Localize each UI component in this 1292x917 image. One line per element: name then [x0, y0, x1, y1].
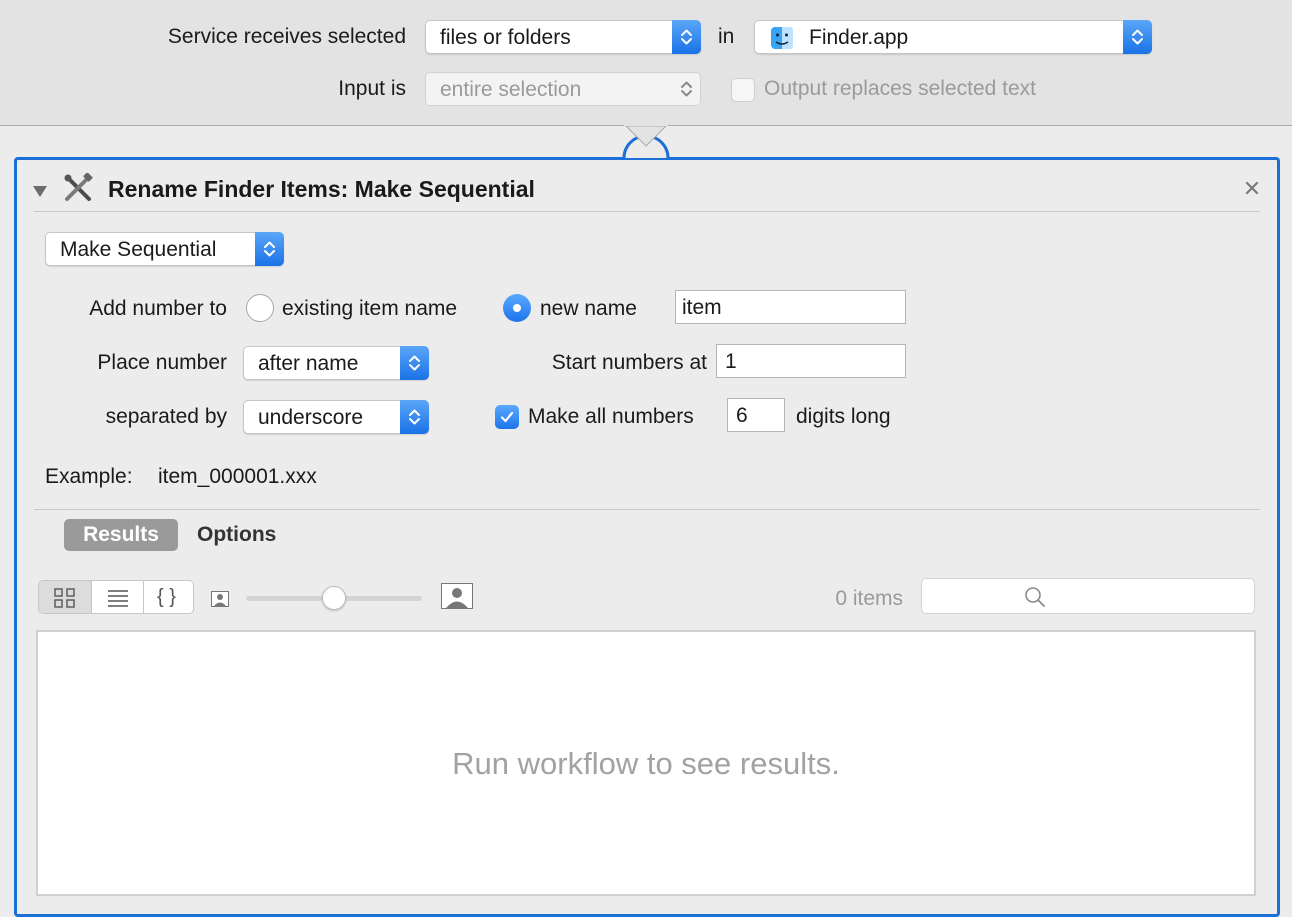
- zoom-slider-thumb[interactable]: [322, 586, 346, 610]
- place-number-popup[interactable]: after name: [243, 346, 429, 380]
- view-mode-segmented: { }: [38, 580, 194, 614]
- json-view-button[interactable]: { }: [144, 581, 193, 613]
- start-numbers-field[interactable]: 1: [716, 344, 906, 378]
- digits-field[interactable]: 6: [727, 398, 785, 432]
- app-value: Finder.app: [809, 26, 909, 49]
- mode-value: Make Sequential: [60, 238, 217, 261]
- checkmark-icon: [500, 411, 514, 423]
- radio-new-name[interactable]: [503, 294, 531, 322]
- tab-options[interactable]: Options: [189, 519, 289, 551]
- mode-popup[interactable]: Make Sequential: [45, 232, 284, 266]
- tools-icon: [63, 172, 93, 209]
- example-value: item_000001.xxx: [158, 465, 317, 488]
- digits-value: 6: [736, 404, 748, 427]
- add-number-label: Add number to: [89, 297, 227, 320]
- small-person-icon: [211, 589, 229, 613]
- new-name-label: new name: [540, 297, 637, 320]
- tab-options-label: Options: [197, 523, 277, 546]
- grid-view-button[interactable]: [39, 581, 92, 613]
- item-count: 0 items: [835, 587, 903, 610]
- stepper-icon: [672, 20, 701, 54]
- place-number-label: Place number: [97, 351, 227, 374]
- receives-value: files or folders: [440, 26, 571, 49]
- output-replaces-checkbox[interactable]: [731, 78, 755, 102]
- make-all-numbers-label: Make all numbers: [528, 405, 694, 428]
- radio-existing-item-name[interactable]: [246, 294, 274, 322]
- digits-long-label: digits long: [796, 405, 891, 428]
- service-header: Service receives selected files or folde…: [0, 0, 1292, 126]
- existing-item-name-label: existing item name: [282, 297, 458, 320]
- in-label: in: [718, 25, 735, 48]
- start-numbers-value: 1: [725, 350, 737, 373]
- large-person-icon: [441, 583, 473, 615]
- tab-results-label: Results: [83, 523, 159, 546]
- stepper-icon: [400, 400, 429, 434]
- search-icon: [1025, 587, 1045, 607]
- empty-results-message: Run workflow to see results.: [452, 746, 840, 781]
- list-view-button[interactable]: [92, 581, 144, 613]
- input-popup[interactable]: entire selection: [425, 72, 701, 106]
- new-name-value: item: [682, 296, 722, 319]
- input-value: entire selection: [440, 78, 582, 101]
- receives-label: Service receives selected: [167, 25, 406, 48]
- results-area: Run workflow to see results.: [36, 630, 1256, 896]
- connector-notch: [622, 124, 670, 159]
- action-title: Rename Finder Items: Make Sequential: [108, 176, 535, 202]
- separated-by-label: separated by: [105, 405, 227, 428]
- grid-view-icon: [54, 588, 75, 608]
- input-label: Input is: [338, 77, 406, 100]
- start-numbers-label: Start numbers at: [551, 351, 707, 374]
- stepper-icon: [400, 346, 429, 380]
- results-search-field[interactable]: [921, 578, 1255, 614]
- list-view-icon: [108, 590, 128, 607]
- receives-popup[interactable]: files or folders: [425, 20, 701, 54]
- title-divider: [34, 211, 1260, 212]
- disclosure-triangle-icon[interactable]: [31, 180, 49, 204]
- tab-results[interactable]: Results: [64, 519, 178, 551]
- app-popup[interactable]: Finder.app: [754, 20, 1152, 54]
- stepper-icon: [1123, 20, 1152, 54]
- stepper-icon: [255, 232, 284, 266]
- new-name-field[interactable]: item: [675, 290, 906, 324]
- output-replaces-label: Output replaces selected text: [764, 77, 1036, 100]
- braces-icon: { }: [157, 586, 176, 608]
- results-divider: [34, 509, 1260, 510]
- place-number-value: after name: [258, 352, 359, 375]
- stepper-icon: [672, 72, 701, 106]
- finder-icon: [770, 26, 794, 56]
- separated-by-popup[interactable]: underscore: [243, 400, 429, 434]
- separated-by-value: underscore: [258, 406, 364, 429]
- example-label: Example:: [45, 465, 133, 488]
- make-all-numbers-checkbox[interactable]: [495, 405, 519, 429]
- close-icon[interactable]: [1244, 178, 1260, 202]
